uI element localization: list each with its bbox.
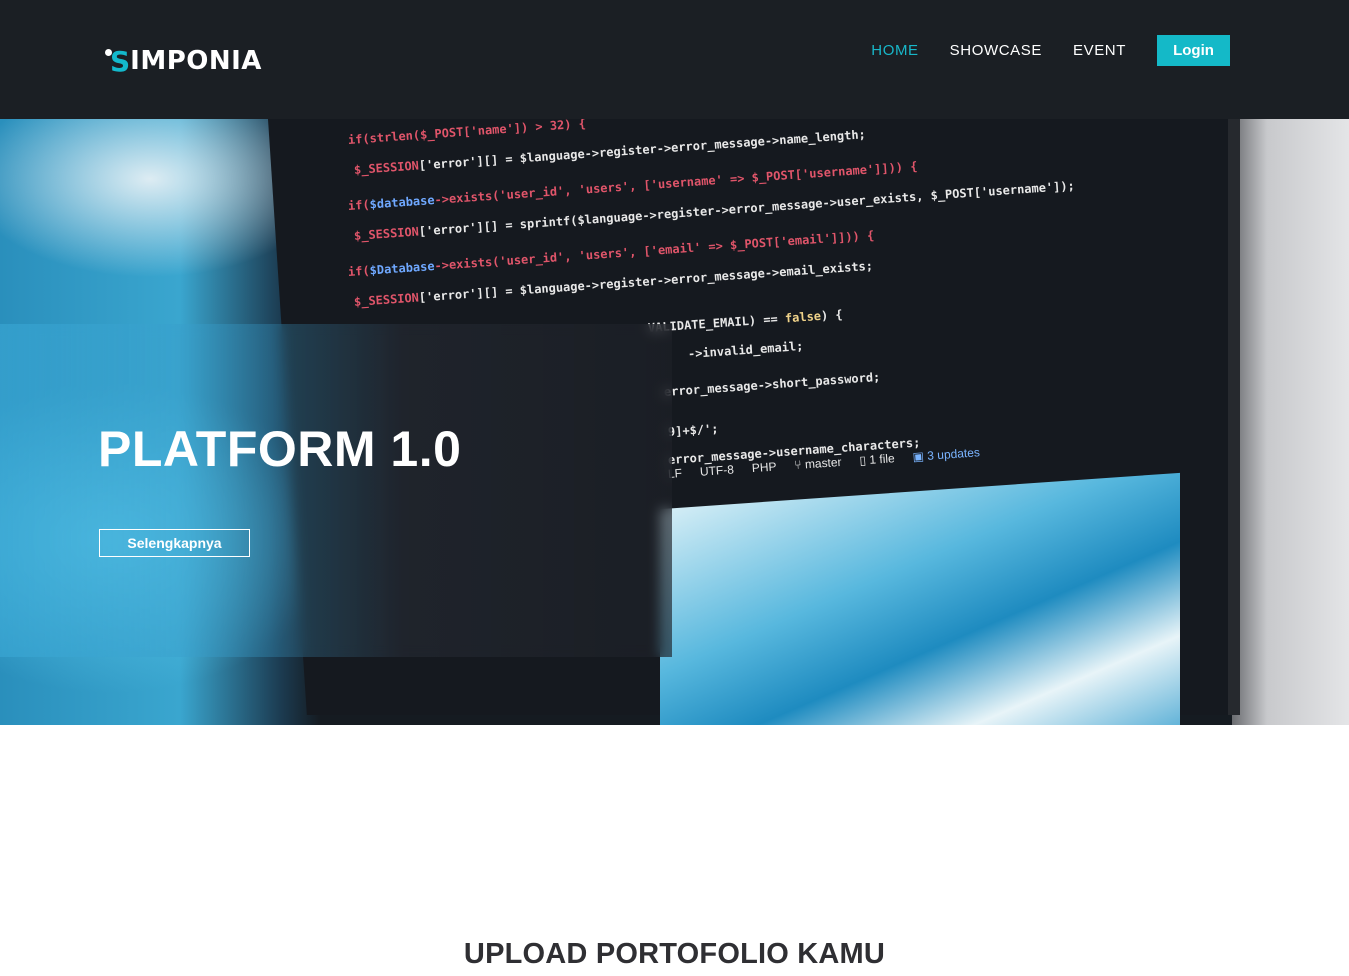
logo[interactable]: S IMPONIA [104, 44, 262, 78]
hero-image-laptop-bezel [1232, 119, 1349, 725]
code-line: VALIDATE_EMAIL) == false) { [647, 307, 844, 335]
statusbar-branch-label: master [804, 454, 843, 472]
statusbar-files-label: 1 file [868, 451, 896, 467]
code-line: error_message->short_password; [663, 369, 881, 399]
statusbar-branch: ⑂ master [794, 455, 842, 472]
code-line: $_SESSION['error'][] = sprintf($language… [353, 178, 1076, 243]
nav-link-event[interactable]: EVENT [1073, 42, 1126, 59]
main-nav: HOME SHOWCASE EVENT Login [871, 35, 1230, 66]
statusbar-updates: ▣ 3 updates [912, 445, 980, 464]
logo-letter-s: S [110, 44, 131, 78]
statusbar-encoding: UTF-8 [699, 462, 735, 479]
code-line: if(strlen($_POST['name']) > 32) { [347, 119, 587, 147]
learn-more-button[interactable]: Selengkapnya [99, 529, 250, 557]
statusbar-files: ▯ 1 file [859, 451, 895, 467]
logo-dot-icon [105, 49, 112, 56]
hero-title: PLATFORM 1.0 [98, 421, 462, 477]
navbar: S IMPONIA HOME SHOWCASE EVENT Login [0, 0, 1349, 119]
statusbar-language: PHP [751, 459, 777, 476]
package-icon: ▣ [912, 448, 928, 464]
code-line: 9]+$/'; [667, 421, 719, 439]
nav-link-showcase[interactable]: SHOWCASE [950, 42, 1042, 59]
hero-image-wallpaper [660, 472, 1180, 725]
hero-banner: if(strlen($_POST['name']) > 32) { $_SESS… [0, 119, 1349, 725]
statusbar-updates-label: 3 updates [926, 445, 981, 463]
code-line: ->invalid_email; [687, 338, 804, 361]
hero-overlay-panel [0, 324, 672, 657]
logo-wordmark: IMPONIA [130, 46, 262, 76]
nav-link-home[interactable]: HOME [871, 42, 918, 59]
section-heading: UPLOAD PORTOFOLIO KAMU [463, 938, 886, 970]
login-button[interactable]: Login [1157, 35, 1230, 66]
